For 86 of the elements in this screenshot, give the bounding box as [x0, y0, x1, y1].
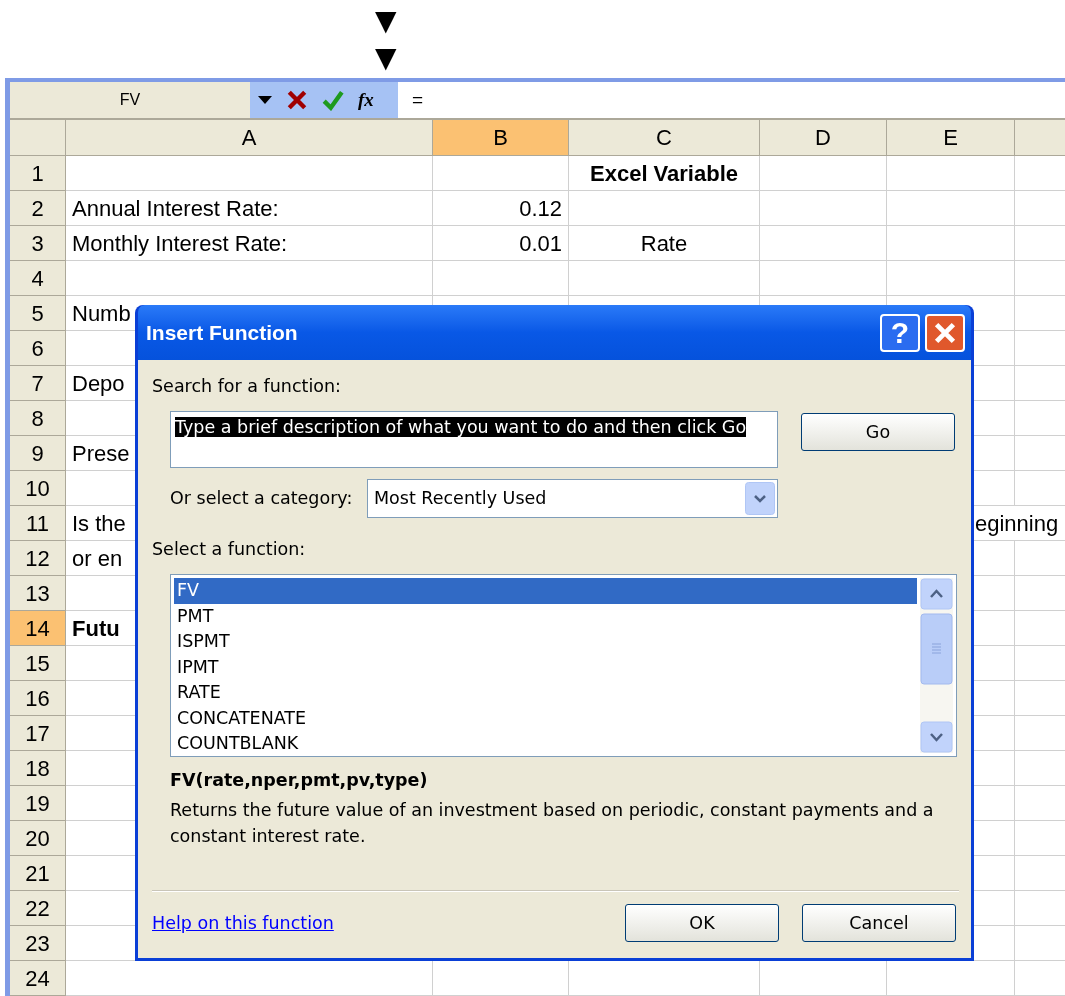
function-item[interactable]: CONCATENATE: [174, 705, 917, 731]
column-header[interactable]: A: [66, 120, 433, 156]
dialog-title: Insert Function: [146, 319, 298, 346]
dialog-button[interactable]: Cancel: [802, 904, 956, 942]
table-cell[interactable]: [760, 261, 887, 296]
row-header[interactable]: 10: [10, 471, 66, 506]
category-dropdown[interactable]: Most Recently Used: [367, 479, 778, 518]
arrow-marker: ▼: [375, 40, 397, 76]
table-cell[interactable]: Monthly Interest Rate:: [66, 226, 433, 261]
function-item[interactable]: RATE: [174, 680, 917, 706]
column-header[interactable]: E: [887, 120, 1015, 156]
select-all-button[interactable]: [10, 120, 66, 156]
scroll-down-icon[interactable]: [920, 721, 953, 753]
table-cell[interactable]: 0.01: [433, 226, 569, 261]
table-cell[interactable]: [66, 156, 433, 191]
function-item[interactable]: COUNTBLANK: [174, 731, 917, 757]
chevron-down-icon[interactable]: [745, 482, 775, 515]
row-header[interactable]: 16: [10, 681, 66, 716]
function-list[interactable]: FV PMT ISPMT IPMT RATE CONCATENATE COUNTBLANK: [170, 574, 957, 757]
help-button[interactable]: ?: [880, 313, 920, 352]
row-header[interactable]: 17: [10, 716, 66, 751]
table-cell[interactable]: [760, 191, 887, 226]
scrollbar[interactable]: [920, 578, 953, 753]
table-cell[interactable]: [760, 226, 887, 261]
row-header[interactable]: 6: [10, 331, 66, 366]
table-cell[interactable]: 0.12: [433, 191, 569, 226]
table-cell[interactable]: [887, 156, 1015, 191]
close-button[interactable]: [925, 313, 965, 352]
table-cell[interactable]: [433, 156, 569, 191]
row-header[interactable]: 4: [10, 261, 66, 296]
function-item[interactable]: IPMT: [174, 654, 917, 680]
table-cell[interactable]: [887, 191, 1015, 226]
check-icon[interactable]: [322, 89, 344, 111]
category-label: Or select a category:: [170, 488, 353, 509]
row-header[interactable]: 2: [10, 191, 66, 226]
function-item[interactable]: PMT: [174, 603, 917, 629]
caret-down-icon[interactable]: [258, 96, 272, 104]
row-header[interactable]: 15: [10, 646, 66, 681]
name-box[interactable]: FV: [10, 82, 250, 118]
column-header[interactable]: B: [433, 120, 569, 156]
scroll-up-icon[interactable]: [920, 578, 953, 610]
table-cell[interactable]: [569, 191, 760, 226]
arrow-marker: ▼: [375, 3, 397, 39]
function-item[interactable]: FV: [174, 578, 917, 604]
go-button[interactable]: Go: [801, 413, 955, 451]
row-header[interactable]: 14: [10, 611, 66, 646]
row-header[interactable]: 20: [10, 821, 66, 856]
row-header[interactable]: 11: [10, 506, 66, 541]
table-cell[interactable]: Rate: [569, 226, 760, 261]
table-cell[interactable]: [569, 261, 760, 296]
search-label: Search for a function:: [152, 376, 341, 396]
table-cell[interactable]: [760, 156, 887, 191]
table-cell[interactable]: [887, 226, 1015, 261]
row-header[interactable]: 24: [10, 961, 66, 996]
function-label: Select a function:: [152, 539, 306, 559]
row-header[interactable]: 21: [10, 856, 66, 891]
row-header[interactable]: 5: [10, 296, 66, 331]
row-header[interactable]: 8: [10, 401, 66, 436]
scroll-thumb[interactable]: [920, 613, 953, 685]
row-header[interactable]: 22: [10, 891, 66, 926]
search-field[interactable]: Type a brief description of what you want to do and then click Go: [170, 411, 778, 468]
table-cell[interactable]: [887, 261, 1015, 296]
table-cell[interactable]: [433, 261, 569, 296]
cancel-icon[interactable]: [286, 89, 308, 111]
function-signature: FV(rate,nper,pmt,pv,type): [170, 769, 428, 791]
help-link[interactable]: Help on this function: [152, 909, 334, 937]
row-header[interactable]: 13: [10, 576, 66, 611]
function-item[interactable]: ISPMT: [174, 629, 917, 655]
close-icon: [933, 320, 957, 345]
column-header[interactable]: [1015, 120, 1065, 156]
row-header[interactable]: 12: [10, 541, 66, 576]
row-header[interactable]: 1: [10, 156, 66, 191]
table-cell[interactable]: Excel Variable: [569, 156, 760, 191]
table-cell[interactable]: [66, 261, 433, 296]
insert-function-button[interactable]: fx: [358, 85, 374, 115]
row-header[interactable]: 23: [10, 926, 66, 961]
dialog-button[interactable]: OK: [625, 904, 779, 942]
column-header[interactable]: C: [569, 120, 760, 156]
row-header[interactable]: 3: [10, 226, 66, 261]
table-cell[interactable]: Annual Interest Rate:: [66, 191, 433, 226]
row-header[interactable]: 19: [10, 786, 66, 821]
column-header[interactable]: D: [760, 120, 887, 156]
function-description: Returns the future value of an investment based on periodic, constant payments and a constant interest rate.: [170, 799, 935, 848]
row-header[interactable]: 9: [10, 436, 66, 471]
row-header[interactable]: 18: [10, 751, 66, 786]
row-header[interactable]: 7: [10, 366, 66, 401]
